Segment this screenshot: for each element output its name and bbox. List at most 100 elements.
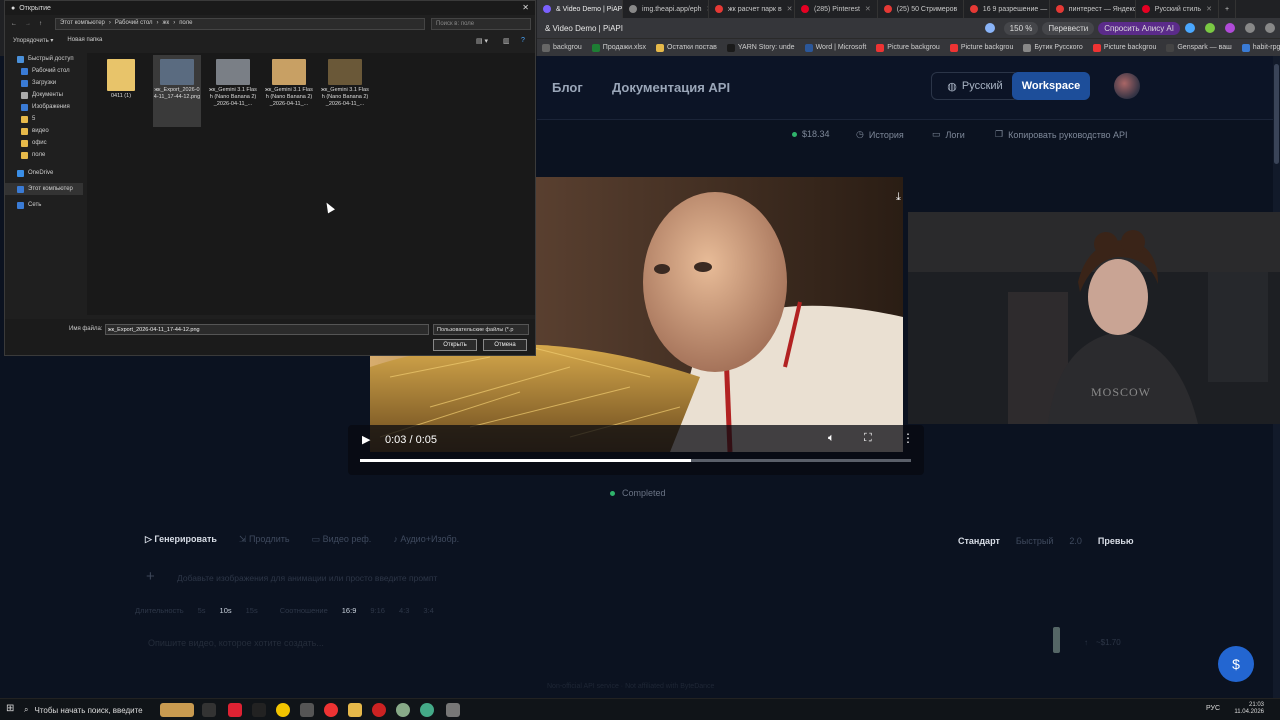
bookmark-item[interactable]: Остатки постав — [651, 43, 722, 52]
ratio-9-16[interactable]: 9:16 — [370, 606, 385, 615]
dialog-search-input[interactable]: Поиск в: поле — [431, 18, 531, 30]
cancel-button[interactable]: Отмена — [483, 339, 527, 351]
bookmark-item[interactable]: Продажи.xlsx — [587, 43, 651, 52]
play-icon[interactable]: ▶ — [362, 433, 370, 446]
windows-start-icon[interactable]: ⊞ — [6, 703, 14, 714]
add-image-icon[interactable]: + — [146, 568, 155, 585]
video-progress-bar[interactable] — [360, 459, 911, 462]
workspace-button[interactable]: Workspace — [1012, 72, 1090, 100]
bookmark-item[interactable]: Word | Microsoft — [800, 43, 872, 52]
help-icon[interactable]: ? — [521, 37, 525, 44]
bookmark-item[interactable]: habit-rpg — [1237, 43, 1280, 52]
tab-extend[interactable]: ⇲ Продлить — [239, 534, 290, 545]
scroll-indicator[interactable] — [1053, 627, 1060, 653]
breadcrumb-item[interactable]: Этот компьютер — [60, 20, 105, 26]
zoom-button[interactable]: 150 % — [1003, 21, 1039, 35]
opera-icon[interactable] — [372, 703, 386, 717]
close-icon[interactable]: ✕ — [787, 5, 793, 13]
sidebar-item[interactable]: поле — [5, 149, 83, 161]
download-icon[interactable]: ⤓ — [896, 191, 901, 204]
extension-icon[interactable] — [1245, 23, 1255, 33]
file-item[interactable]: жк_Gemini 3.1 Flash (Nano Banana 2)_2026… — [321, 55, 369, 108]
sidebar-item[interactable]: Документы — [5, 89, 83, 101]
ratio-16-9[interactable]: 16:9 — [342, 606, 357, 615]
nav-api-docs[interactable]: Документация API — [612, 80, 730, 95]
settings-icon[interactable] — [1265, 23, 1275, 33]
browser-tab[interactable]: img.theapi.app/eph✕ — [623, 0, 709, 18]
app-icon[interactable] — [420, 703, 434, 717]
ratio-4-3[interactable]: 4:3 — [399, 606, 409, 615]
language-button[interactable]: ◍ Русский — [931, 72, 1019, 100]
quality-fast[interactable]: Быстрый — [1016, 536, 1054, 546]
bookmark-item[interactable]: Picture backgrou — [945, 43, 1019, 52]
bookmark-item[interactable]: Genspark — ваш — [1161, 43, 1236, 52]
browser-tab[interactable]: & Video Demo | PiAPI✕ — [537, 0, 623, 18]
new-tab-button[interactable]: + — [1219, 0, 1237, 18]
breadcrumb-item[interactable]: поле — [179, 20, 192, 26]
sidebar-item[interactable]: Загрузки — [5, 77, 83, 89]
browser-tab[interactable]: (285) Pinterest ✕ — [795, 0, 878, 18]
extension-icon[interactable] — [1185, 23, 1195, 33]
filename-input[interactable]: жк_Export_2026-04-11_17-44-12.png — [105, 324, 429, 335]
app-icon[interactable] — [396, 703, 410, 717]
describe-video-input[interactable]: Опишите видео, которое хотите создать... — [148, 638, 324, 648]
browser-tab[interactable]: 16 9 разрешение —✕ — [964, 0, 1050, 18]
app-icon[interactable] — [228, 703, 242, 717]
file-item[interactable]: жк_Export_2026-04-11_17-44-12.png — [153, 55, 201, 127]
preview-pane-icon[interactable]: ▥ — [503, 37, 510, 45]
close-icon[interactable]: ✕ — [1206, 5, 1212, 13]
yandex-browser-icon[interactable] — [324, 703, 338, 717]
sidebar-item[interactable]: Рабочий стол — [5, 65, 83, 77]
ratio-3-4[interactable]: 3:4 — [423, 606, 433, 615]
sidebar-item[interactable]: Быстрый доступ — [5, 53, 83, 65]
alice-button[interactable]: Спросить Алису AI — [1098, 21, 1180, 35]
sidebar-item[interactable]: Этот компьютер — [5, 183, 83, 195]
input-language[interactable]: РУС — [1206, 705, 1220, 712]
app-icon[interactable] — [252, 703, 266, 717]
close-icon[interactable]: ✕ — [522, 3, 529, 12]
logs-link[interactable]: ▭ Логи — [932, 129, 965, 140]
bookmark-item[interactable]: backgrou — [537, 43, 587, 52]
quality-version[interactable]: 2.0 — [1069, 536, 1082, 546]
view-icon[interactable]: ▤ ▾ — [476, 37, 488, 45]
forward-icon[interactable]: → — [25, 21, 31, 27]
app-icon[interactable] — [300, 703, 314, 717]
more-icon[interactable]: ⋮ — [902, 431, 914, 445]
duration-10s[interactable]: 10s — [220, 606, 232, 615]
file-item[interactable]: жк_Gemini 3.1 Flash (Nano Banana 2)_2026… — [265, 55, 313, 108]
file-explorer-icon[interactable] — [348, 703, 362, 717]
clock[interactable]: 21:03 11.04.2026 — [1234, 702, 1264, 716]
chrome-icon[interactable] — [276, 703, 290, 717]
sidebar-item[interactable]: 5 — [5, 113, 83, 125]
app-icon[interactable] — [446, 703, 460, 717]
file-item[interactable]: 0411 (1) — [97, 55, 145, 100]
translate-button[interactable]: Перевести — [1042, 21, 1095, 35]
bookmark-item[interactable]: Бутик Русского — [1018, 43, 1087, 52]
taskbar-search[interactable]: ⌕ Чтобы начать поиск, введите — [24, 702, 154, 718]
nav-blog[interactable]: Блог — [552, 80, 583, 95]
bookmark-item[interactable]: YARN Story: unde — [722, 43, 800, 52]
breadcrumb-item[interactable]: Рабочий стол — [115, 20, 153, 26]
extension-icon[interactable] — [1225, 23, 1235, 33]
sidebar-item[interactable]: видео — [5, 125, 83, 137]
tab-audio-image[interactable]: ♪ Аудио+Изобр. — [393, 534, 459, 545]
file-item[interactable]: жк_Gemini 3.1 Flash (Nano Banana 2)_2026… — [209, 55, 257, 108]
up-icon[interactable]: ↑ — [39, 21, 42, 27]
submit-arrow-icon[interactable]: ↑ — [1084, 638, 1088, 647]
browser-tab[interactable]: жк расчет парк в ✕ — [709, 0, 795, 18]
task-view-icon[interactable] — [202, 703, 216, 717]
copy-api-guide-link[interactable]: ❐ Копировать руководство API — [995, 129, 1128, 140]
quality-standard[interactable]: Стандарт — [958, 536, 1000, 546]
bookmark-item[interactable]: Picture backgrou — [1088, 43, 1162, 52]
duration-5s[interactable]: 5s — [198, 606, 206, 615]
organize-button[interactable]: Упорядочить ▾ — [13, 37, 53, 44]
bookmark-item[interactable]: Picture backgrou — [871, 43, 945, 52]
sidebar-item[interactable]: Изображения — [5, 101, 83, 113]
browser-tab[interactable]: (25) 50 Стримеров✕ — [878, 0, 964, 18]
browser-tab[interactable]: Русский стиль ✕ — [1136, 0, 1219, 18]
quality-preview[interactable]: Превью — [1098, 536, 1134, 546]
open-button[interactable]: Открыть — [433, 339, 477, 351]
back-icon[interactable]: ← — [11, 21, 17, 27]
page-url[interactable]: & Video Demo | PiAPI — [545, 24, 980, 33]
avatar[interactable] — [1114, 73, 1140, 99]
